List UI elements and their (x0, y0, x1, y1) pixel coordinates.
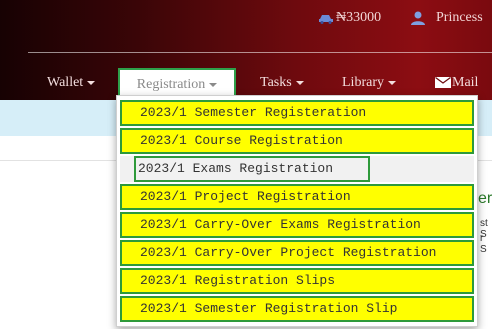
user-menu[interactable]: Princess (410, 10, 483, 26)
menu-item-semester-registration[interactable]: 2023/1 Semester Registeration (120, 100, 474, 126)
chevron-down-icon (387, 80, 396, 85)
menu-item-label: 2023/1 Semester Registeration (140, 105, 367, 120)
side-panel-text-2: r S (480, 233, 487, 255)
menu-item-carryover-project-registration[interactable]: 2023/1 Carry-Over Project Registration (120, 240, 474, 266)
username: Princess (436, 10, 483, 25)
side-panel-heading: er (478, 190, 492, 207)
nav-mail-label: Mail (452, 75, 479, 90)
menu-item-semester-registration-slip[interactable]: 2023/1 Semester Registration Slip (120, 296, 474, 322)
balance-amount: ₦33000 (336, 10, 382, 25)
user-icon (411, 11, 425, 25)
car-icon (319, 15, 333, 24)
menu-item-label: 2023/1 Project Registration (140, 189, 351, 204)
menu-item-label: 2023/1 Registration Slips (140, 273, 336, 288)
nav-registration[interactable]: Registration (118, 68, 236, 98)
nav-tasks-label: Tasks (260, 75, 292, 90)
menu-item-label: 2023/1 Carry-Over Exams Registration (140, 217, 421, 232)
menu-item-label: 2023/1 Course Registration (140, 133, 343, 148)
menu-item-exams-registration[interactable]: 2023/1 Exams Registration (120, 156, 474, 182)
chevron-down-icon (295, 80, 304, 85)
menu-item-registration-slips[interactable]: 2023/1 Registration Slips (120, 268, 474, 294)
registration-dropdown: 2023/1 Semester Registeration 2023/1 Cou… (116, 95, 478, 327)
mail-icon (435, 77, 451, 89)
wallet-balance[interactable]: ₦33000 (318, 10, 381, 26)
chevron-down-icon (87, 80, 96, 85)
menu-item-label: 2023/1 Semester Registration Slip (140, 301, 398, 316)
nav-library-label: Library (342, 75, 384, 90)
nav-wallet-label: Wallet (47, 75, 84, 90)
selection-outline (134, 156, 370, 182)
nav-wallet[interactable]: Wallet (47, 66, 96, 100)
chevron-down-icon (209, 82, 218, 87)
menu-item-project-registration[interactable]: 2023/1 Project Registration (120, 184, 474, 210)
nav-registration-label: Registration (136, 77, 206, 92)
menu-item-carryover-exams-registration[interactable]: 2023/1 Carry-Over Exams Registration (120, 212, 474, 238)
header-divider (28, 52, 492, 53)
menu-item-label: 2023/1 Carry-Over Project Registration (140, 245, 437, 260)
menu-item-course-registration[interactable]: 2023/1 Course Registration (120, 128, 474, 154)
